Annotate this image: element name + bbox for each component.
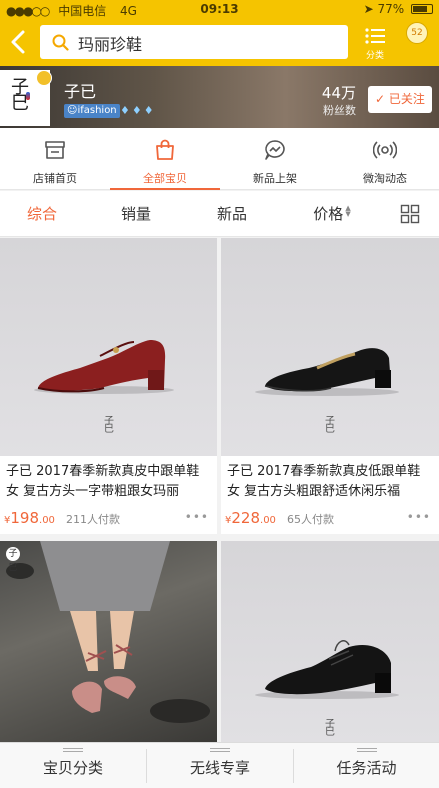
shop-header: 子巳 子已 ☺ifashion ♦♦♦ 44万 粉丝数 ✓ 已关注	[0, 66, 439, 128]
product-card[interactable]: 子巳 子已 2017春季新款真皮低跟单鞋女 复古方头粗跟舒适休闲乐福 ¥228.…	[221, 238, 439, 534]
oxford-shoe-image	[255, 640, 399, 699]
grip-icon	[63, 748, 83, 752]
seller-rating-diamonds-icon: ♦♦♦	[120, 104, 156, 117]
product-price: ¥198.00	[4, 509, 55, 527]
grip-icon	[210, 748, 230, 752]
bottom-item-item-categories[interactable]: 宝贝分类	[0, 743, 146, 788]
location-icon: ➤	[363, 2, 374, 16]
battery-percent: 77%	[377, 2, 405, 16]
more-button[interactable]: 52	[406, 22, 428, 44]
shopping-bag-icon	[156, 139, 174, 160]
category-label: 分类	[365, 51, 384, 61]
more-options-button[interactable]: •••	[185, 510, 209, 524]
sales-count: 211人付款	[66, 513, 121, 526]
tab-all-items[interactable]: 全部宝贝	[110, 128, 220, 190]
brand-badge: 子巳	[6, 547, 20, 573]
bottom-item-mobile-exclusive[interactable]: 无线专享	[147, 743, 293, 788]
follow-button[interactable]: ✓ 已关注	[368, 86, 432, 113]
tab-new-arrivals[interactable]: 新品上架	[220, 128, 330, 190]
brand-watermark: 子巳	[325, 719, 335, 738]
back-button[interactable]	[6, 27, 32, 57]
grip-icon	[357, 748, 377, 752]
brand-watermark: 子巳	[104, 416, 114, 435]
status-bar: ●●●○○ 中国电信 4G 09:13 ➤ 77%	[0, 0, 439, 18]
grid-view-icon	[400, 204, 420, 224]
store-icon	[45, 141, 65, 159]
fans-count: 44万	[321, 84, 356, 102]
product-card[interactable]: 子巳	[0, 541, 217, 742]
product-image[interactable]: 子巳	[221, 541, 439, 742]
sort-arrows-icon: ▲ ▼	[345, 204, 351, 218]
tab-weitao-feed[interactable]: 微淘动态	[330, 128, 439, 190]
search-query: 玛丽珍鞋	[78, 35, 143, 54]
active-tab-indicator	[110, 188, 220, 190]
product-image[interactable]: 子巳	[0, 238, 217, 456]
view-toggle-button[interactable]	[400, 204, 420, 224]
tab-shop-home[interactable]: 店铺首页	[0, 128, 110, 190]
product-title[interactable]: 子已 2017春季新款真皮低跟单鞋女 复古方头粗跟舒适休闲乐福	[227, 462, 432, 502]
search-input[interactable]: 玛丽珍鞋	[40, 25, 348, 59]
gold-seller-badge-icon	[36, 70, 52, 86]
battery-icon	[411, 4, 433, 14]
sort-newest[interactable]: 新品	[190, 191, 274, 237]
checkmark-icon: ✓	[375, 92, 389, 106]
product-card[interactable]: 子巳 子已 2017春季新款真皮中跟单鞋女 复古方头一字带粗跟女玛丽 ¥198.…	[0, 238, 217, 534]
model-legs-image	[6, 541, 210, 723]
bottom-bar: 宝贝分类 无线专享 任务活动	[0, 742, 439, 788]
product-title[interactable]: 子已 2017春季新款真皮中跟单鞋女 复古方头一字带粗跟女玛丽	[6, 462, 211, 502]
new-arrival-icon	[265, 140, 285, 160]
shop-tabs: 店铺首页 全部宝贝 新品上架 微淘动态	[0, 128, 439, 190]
sales-count: 65人付款	[287, 513, 335, 526]
top-bar: 玛丽珍鞋 分类 52	[0, 18, 439, 66]
product-image[interactable]: 子巳	[0, 541, 217, 742]
bottom-item-task-activities[interactable]: 任务活动	[294, 743, 439, 788]
category-button[interactable]: 分类	[360, 25, 390, 61]
sort-price[interactable]: 价格 ▲ ▼	[290, 191, 374, 237]
fans-label: 粉丝数	[323, 104, 356, 117]
sort-bar: 综合 销量 新品 价格 ▲ ▼	[0, 191, 439, 237]
shop-name: 子已	[64, 82, 97, 101]
list-icon	[365, 28, 385, 44]
product-price: ¥228.00	[225, 509, 276, 527]
sort-comprehensive[interactable]: 综合	[0, 191, 84, 237]
broadcast-icon	[373, 141, 397, 159]
ifashion-badge: ☺ifashion	[64, 104, 120, 118]
sort-sales[interactable]: 销量	[94, 191, 178, 237]
search-icon	[52, 34, 69, 51]
brand-watermark: 子巳	[325, 416, 335, 435]
product-image[interactable]: 子巳	[221, 238, 439, 456]
product-card[interactable]: 子巳	[221, 541, 439, 742]
more-options-button[interactable]: •••	[407, 510, 431, 524]
chevron-left-icon	[11, 30, 25, 54]
